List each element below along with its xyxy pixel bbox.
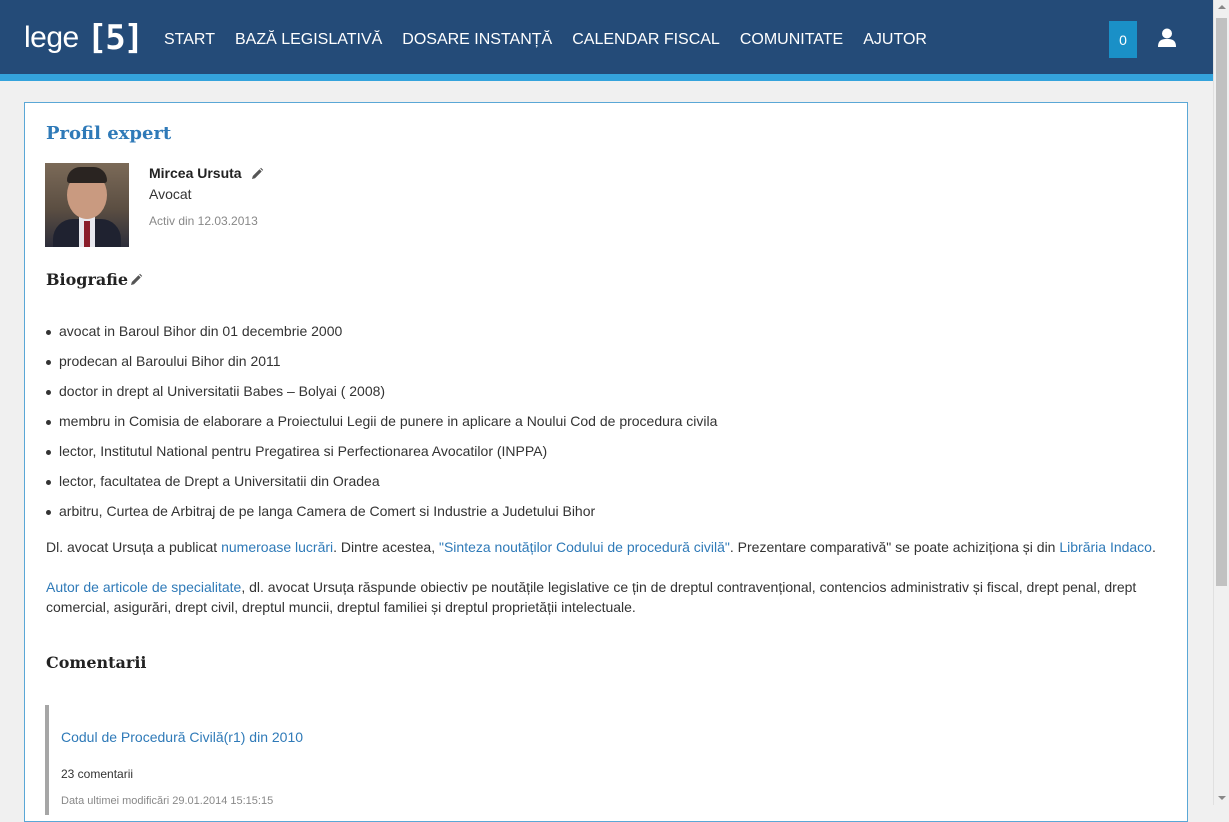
user-icon[interactable]	[1157, 28, 1177, 48]
list-item: avocat in Baroul Bihor din 01 decembrie …	[46, 321, 717, 351]
sinteza-link[interactable]: "Sinteza noutăților Codului de procedură…	[439, 539, 730, 555]
page-title: Profil expert	[46, 123, 172, 144]
expert-name: Mircea Ursuta	[149, 165, 242, 181]
comment-count: 23 comentarii	[61, 767, 134, 781]
logo-text: lege	[24, 21, 79, 54]
avatar	[45, 163, 129, 247]
main-nav: START BAZĂ LEGISLATIVĂ DOSARE INSTANȚĂ C…	[164, 0, 947, 79]
biography-list: avocat in Baroul Bihor din 01 decembrie …	[46, 321, 717, 531]
publications-text: . Dintre acestea,	[333, 539, 439, 555]
comment-item: Codul de Procedură Civilă(r1) din 2010 2…	[45, 705, 649, 815]
expert-role: Avocat	[149, 186, 192, 202]
active-since: Activ din 12.03.2013	[149, 214, 258, 228]
autor-articole-link[interactable]: Autor de articole de specialitate	[46, 579, 241, 595]
scroll-up-icon[interactable]	[1218, 5, 1226, 9]
edit-pencil-icon[interactable]	[250, 167, 264, 181]
edit-biography-pencil-icon[interactable]	[129, 273, 143, 287]
libraria-indaco-link[interactable]: Librăria Indaco	[1059, 539, 1152, 555]
comment-last-modified: Data ultimei modificări 29.01.2014 15:15…	[61, 795, 274, 807]
scroll-down-icon[interactable]	[1218, 796, 1226, 800]
nav-ajutor[interactable]: AJUTOR	[863, 31, 927, 49]
publications-text: . Prezentare comparativă" se poate achiz…	[729, 539, 1060, 555]
list-item: doctor in drept al Universitatii Babes –…	[46, 381, 717, 411]
lege5-logo[interactable]: lege [5]	[24, 18, 144, 58]
logo-mark: [5]	[86, 18, 144, 58]
numeroase-lucrari-link[interactable]: numeroase lucrări	[221, 539, 333, 555]
notification-badge[interactable]: 0	[1109, 21, 1137, 58]
comments-heading: Comentarii	[46, 653, 147, 672]
articles-paragraph: Autor de articole de specialitate, dl. a…	[46, 577, 1166, 617]
list-item: lector, Institutul National pentru Prega…	[46, 441, 717, 471]
list-item: membru in Comisia de elaborare a Proiect…	[46, 411, 717, 441]
list-item: arbitru, Curtea de Arbitraj de pe langa …	[46, 501, 717, 531]
publications-text: Dl. avocat Ursuța a publicat	[46, 539, 222, 555]
nav-dosare-instanta[interactable]: DOSARE INSTANȚĂ	[402, 31, 552, 49]
top-navigation-bar: lege [5] START BAZĂ LEGISLATIVĂ DOSARE I…	[0, 0, 1213, 74]
nav-calendar-fiscal[interactable]: CALENDAR FISCAL	[572, 31, 720, 49]
scrollbar-thumb[interactable]	[1216, 18, 1227, 586]
nav-comunitate[interactable]: COMUNITATE	[740, 31, 843, 49]
publications-paragraph: Dl. avocat Ursuța a publicat numeroase l…	[46, 537, 1166, 557]
list-item: lector, facultatea de Drept a Universita…	[46, 471, 717, 501]
nav-baza-legislativa[interactable]: BAZĂ LEGISLATIVĂ	[235, 31, 382, 49]
header-accent-stripe	[0, 74, 1213, 81]
vertical-scrollbar[interactable]	[1213, 0, 1229, 805]
comment-document-link[interactable]: Codul de Procedură Civilă(r1) din 2010	[61, 729, 303, 745]
profile-panel: Profil expert Mircea Ursuta Avocat Activ…	[24, 102, 1188, 822]
list-item: prodecan al Baroului Bihor din 2011	[46, 351, 717, 381]
biography-heading: Biografie	[46, 270, 129, 289]
nav-start[interactable]: START	[164, 31, 215, 49]
publications-text: .	[1151, 539, 1156, 555]
